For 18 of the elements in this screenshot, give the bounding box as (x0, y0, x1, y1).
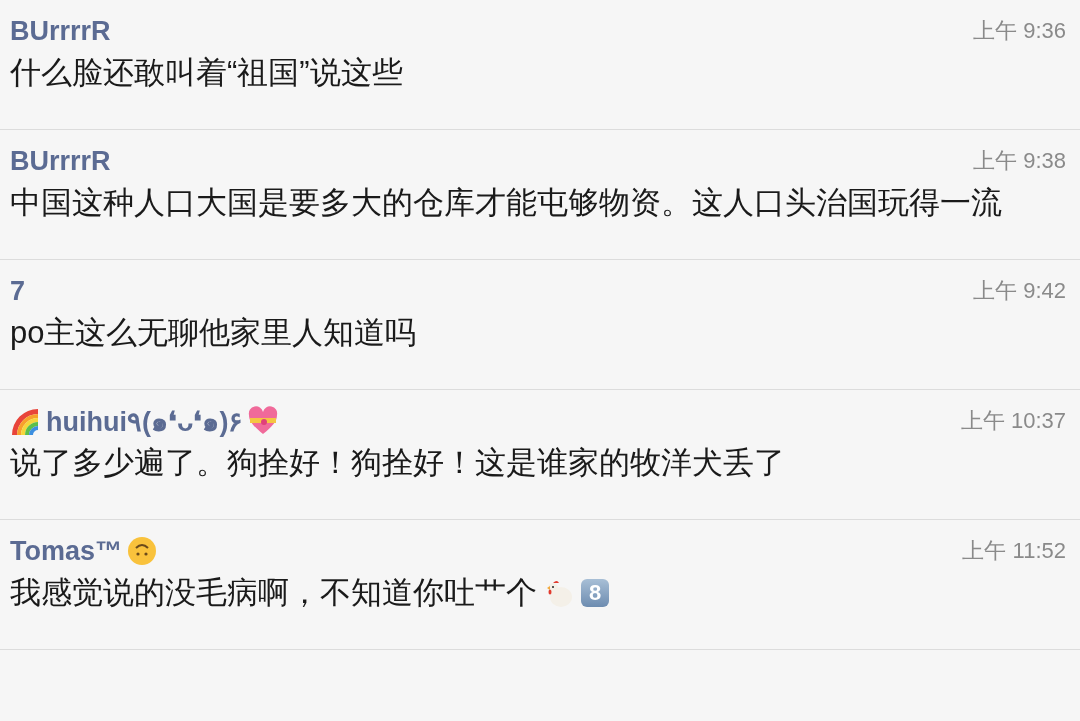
comment-text: 我感觉说的没毛病啊，不知道你吐艹个 (10, 574, 537, 612)
author-name[interactable]: BUrrrrR (10, 15, 111, 47)
comment-text: 什么脸还敢叫着“祖国”说这些 (10, 54, 403, 92)
timestamp: 上午 10:37 (960, 407, 1066, 435)
timestamp: 上午 11:52 (962, 537, 1066, 565)
author-name[interactable]: BUrrrrR (10, 145, 111, 177)
timestamp: 上午 9:38 (973, 147, 1066, 175)
author-name[interactable]: huihui٩(๑❛ᴗ❛๑)۶ (46, 399, 244, 443)
author-name[interactable]: Tomas™ (10, 535, 123, 567)
timestamp: 上午 9:36 (973, 17, 1066, 45)
smiley-face-icon (126, 535, 159, 567)
timestamp: 上午 9:42 (973, 277, 1066, 305)
comment-text: po主这么无聊他家里人知道吗 (10, 314, 417, 352)
author-name[interactable]: 7 (10, 275, 26, 307)
comment-text: 说了多少遍了。狗拴好！狗拴好！这是谁家的牧洋犬丢了 (10, 444, 785, 482)
heart-icon (247, 405, 280, 437)
keycap-badge: 8 (581, 578, 610, 607)
comment-text: 中国这种人口大国是要多大的仓库才能屯够物资。这人口头治国玩得一流 (10, 184, 1002, 222)
